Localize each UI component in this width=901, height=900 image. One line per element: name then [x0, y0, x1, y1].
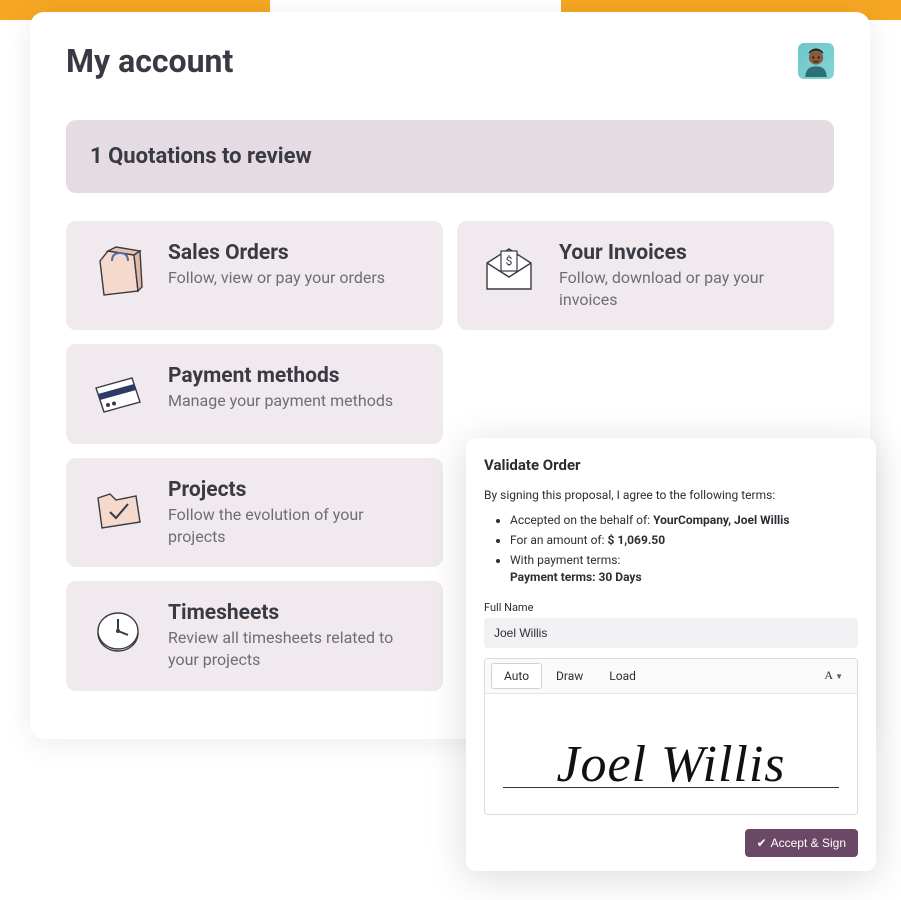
term-accepted: Accepted on the behalf of: YourCompany, … [510, 512, 858, 528]
tile-payment-methods[interactable]: Payment methods Manage your payment meth… [66, 344, 443, 444]
term-accepted-value: YourCompany, Joel Willis [653, 513, 789, 527]
tile-subtitle: Review all timesheets related to your pr… [168, 627, 421, 670]
panel-footer: ✔ Accept & Sign [484, 829, 858, 857]
clock-icon [88, 601, 148, 661]
avatar[interactable] [798, 43, 834, 79]
term-amount-prefix: For an amount of: [510, 533, 607, 547]
signature-text: Joel Willis [485, 735, 857, 794]
tile-title: Timesheets [168, 601, 421, 625]
fullname-label: Full Name [484, 601, 858, 614]
sig-tab-load[interactable]: Load [597, 664, 648, 688]
tile-row: Payment methods Manage your payment meth… [66, 344, 834, 444]
signature-canvas[interactable]: Joel Willis [485, 694, 857, 814]
tile-subtitle: Manage your payment methods [168, 390, 393, 412]
fullname-input[interactable] [484, 618, 858, 648]
font-style-button[interactable]: A▼ [816, 665, 851, 686]
svg-text:$: $ [506, 254, 513, 268]
validate-title: Validate Order [484, 456, 858, 474]
sig-tab-draw[interactable]: Draw [544, 664, 595, 688]
tile-timesheets[interactable]: Timesheets Review all timesheets related… [66, 581, 443, 690]
term-accepted-prefix: Accepted on the behalf of: [510, 513, 653, 527]
tile-subtitle: Follow, view or pay your orders [168, 267, 385, 289]
term-amount: For an amount of: $ 1,069.50 [510, 532, 858, 548]
validate-terms-list: Accepted on the behalf of: YourCompany, … [484, 512, 858, 585]
tile-text: Timesheets Review all timesheets related… [168, 601, 421, 670]
term-payment-value: Payment terms: 30 Days [510, 570, 642, 584]
tile-title: Your Invoices [559, 241, 812, 265]
tile-title: Payment methods [168, 364, 393, 388]
caret-down-icon: ▼ [835, 672, 843, 681]
tile-text: Payment methods Manage your payment meth… [168, 364, 393, 412]
sig-tab-auto[interactable]: Auto [491, 663, 542, 689]
header-row: My account [66, 42, 834, 80]
tile-sales-orders[interactable]: Sales Orders Follow, view or pay your or… [66, 221, 443, 330]
signature-box: Auto Draw Load A▼ Joel Willis [484, 658, 858, 815]
quotations-banner-text: 1 Quotations to review [90, 144, 312, 169]
quotations-banner[interactable]: 1 Quotations to review [66, 120, 834, 193]
credit-card-icon [88, 364, 148, 424]
validate-order-panel: Validate Order By signing this proposal,… [466, 438, 876, 871]
tile-subtitle: Follow the evolution of your projects [168, 504, 421, 547]
tile-title: Projects [168, 478, 421, 502]
term-amount-value: $ 1,069.50 [607, 533, 665, 547]
tile-projects[interactable]: Projects Follow the evolution of your pr… [66, 458, 443, 567]
term-payment: With payment terms: Payment terms: 30 Da… [510, 552, 858, 584]
tile-text: Sales Orders Follow, view or pay your or… [168, 241, 385, 289]
tile-text: Your Invoices Follow, download or pay yo… [559, 241, 812, 310]
invoice-icon: $ [479, 241, 539, 301]
accept-sign-button[interactable]: ✔ Accept & Sign [745, 829, 858, 857]
tile-title: Sales Orders [168, 241, 385, 265]
shopping-bag-icon [88, 241, 148, 301]
tile-invoices[interactable]: $ Your Invoices Follow, download or pay … [457, 221, 834, 330]
avatar-face-icon [800, 45, 832, 77]
validate-intro: By signing this proposal, I agree to the… [484, 488, 858, 502]
font-btn-label: A [824, 668, 833, 682]
page-title: My account [66, 42, 233, 80]
signature-baseline [503, 787, 839, 788]
signature-toolbar: Auto Draw Load A▼ [485, 659, 857, 694]
tile-row: Sales Orders Follow, view or pay your or… [66, 221, 834, 330]
tile-text: Projects Follow the evolution of your pr… [168, 478, 421, 547]
term-payment-prefix: With payment terms: [510, 553, 620, 567]
check-icon: ✔ [757, 836, 767, 850]
accept-sign-label: Accept & Sign [771, 836, 846, 850]
tile-subtitle: Follow, download or pay your invoices [559, 267, 812, 310]
folder-check-icon [88, 478, 148, 538]
